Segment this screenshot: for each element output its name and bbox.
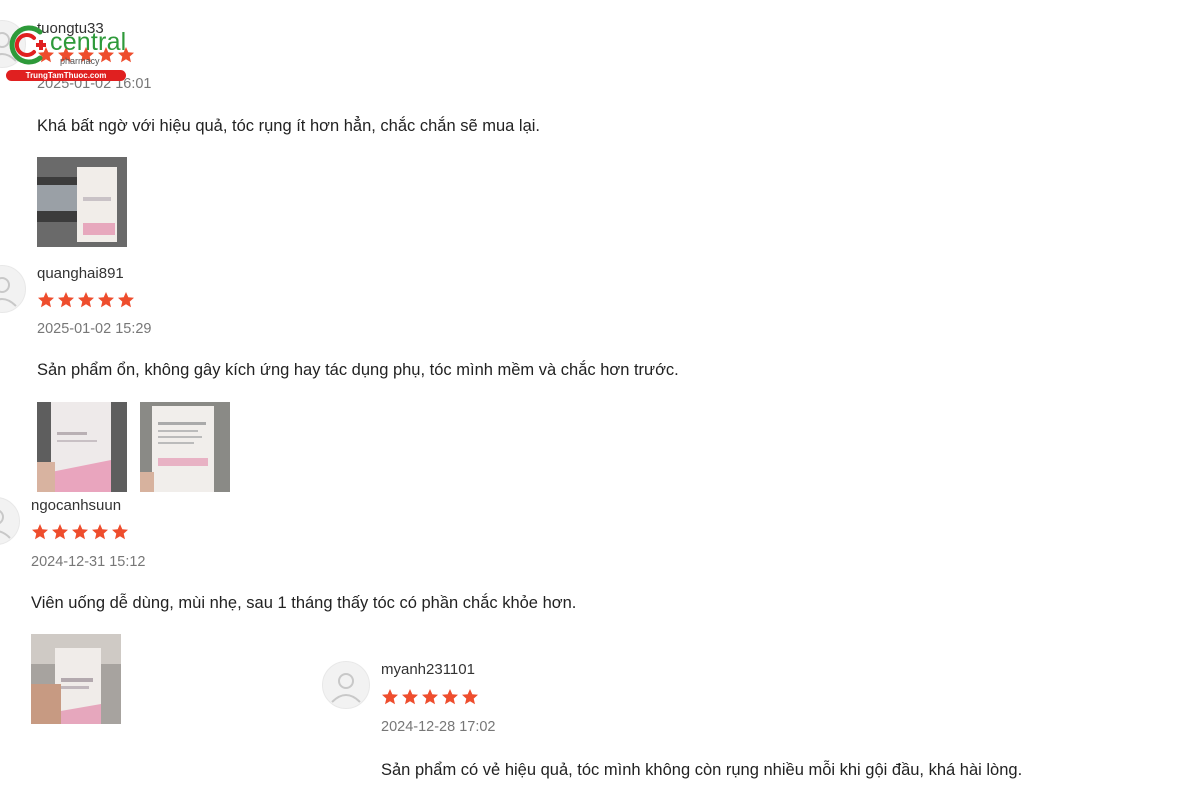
star-icon [402, 689, 418, 705]
star-icon [442, 689, 458, 705]
star-rating [381, 688, 479, 706]
star-icon [422, 689, 438, 705]
central-logo-icon [9, 25, 46, 65]
avatar[interactable] [322, 661, 370, 709]
star-icon [382, 689, 398, 705]
user-icon [331, 673, 361, 703]
brand-logo: central pharmacy TrungTamThuoc.com [6, 20, 131, 82]
star-icon [462, 689, 478, 705]
review-item: myanh231101 2024-12-28 17:02 Sản phẩm có… [0, 0, 1200, 800]
brand-name: central [50, 28, 127, 56]
review-username[interactable]: myanh231101 [381, 661, 475, 678]
review-date: 2024-12-28 17:02 [381, 719, 496, 735]
brand-tagline: pharmacy [60, 56, 100, 66]
brand-domain: TrungTamThuoc.com [6, 70, 126, 81]
review-comment: Sản phẩm có vẻ hiệu quả, tóc mình không … [381, 761, 1023, 779]
